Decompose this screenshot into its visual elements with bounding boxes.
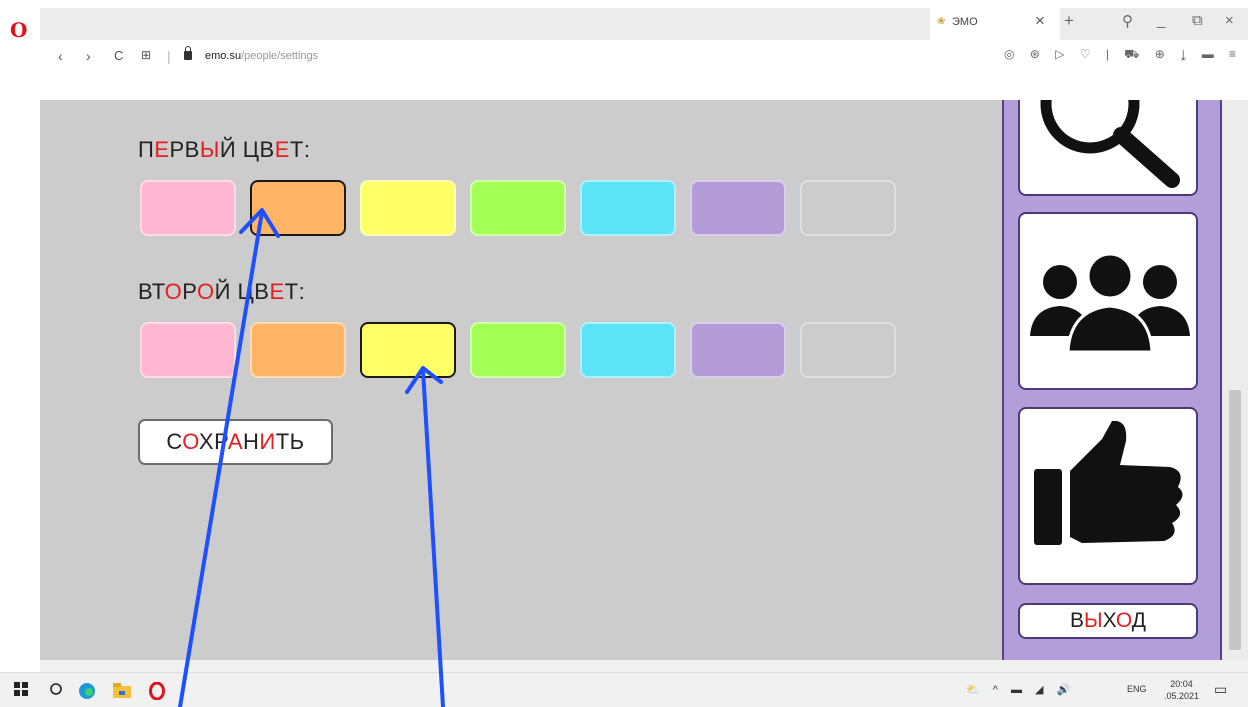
clock-time: 20:04 [1170, 679, 1193, 689]
toolbar-icons[interactable]: ◎ ⊛ ▷ ♡ | ⛟ ⊕ ⤓ ▬ ≡ [1004, 47, 1242, 63]
label-segment: РВ [169, 137, 200, 162]
close-window-button[interactable]: × [1225, 12, 1234, 29]
label-segment: Т: [284, 279, 306, 304]
address-divider: | [167, 48, 171, 64]
label-segment: Е [154, 137, 170, 162]
browser-chrome: O ❀ ЭМО × + ⚲ _ ⧉ × ‹ › C ⊞ | emo.su/peo… [0, 0, 1248, 100]
tab-title[interactable]: ЭМО [952, 16, 978, 28]
first-color-swatch-6[interactable] [690, 180, 786, 236]
label-segment: С [166, 429, 183, 454]
first-color-swatch-5[interactable] [580, 180, 676, 236]
label-segment: О [196, 279, 215, 304]
second-color-label: ВТОРОЙ ЦВЕТ: [138, 279, 305, 305]
first-color-swatch-3[interactable] [360, 180, 456, 236]
minimize-button[interactable]: _ [1157, 12, 1165, 29]
label-segment: О [164, 279, 183, 304]
clock[interactable]: 20:04 .05.2021 [1164, 678, 1199, 702]
label-segment: Й ЦВ [219, 137, 275, 162]
first-color-swatch-7[interactable] [800, 180, 896, 236]
label-segment: А [227, 429, 243, 454]
search-button[interactable] [1018, 100, 1198, 196]
first-color-swatch-4[interactable] [470, 180, 566, 236]
label-segment: ТЬ [275, 429, 305, 454]
people-icon [1030, 252, 1190, 354]
tab-favicon-icon: ❀ [937, 16, 946, 27]
new-tab-button[interactable]: + [1064, 11, 1074, 31]
scrollbar-thumb[interactable] [1229, 390, 1241, 650]
second-color-swatch-5[interactable] [580, 322, 676, 378]
search-tabs-icon[interactable]: ⚲ [1122, 12, 1133, 30]
label-segment: Н [243, 429, 260, 454]
label-segment: Ы [1084, 609, 1103, 632]
explorer-icon[interactable] [113, 682, 131, 703]
exit-button[interactable]: ВЫХОД [1018, 603, 1198, 639]
label-segment: Е [274, 137, 290, 162]
tab-close-icon[interactable]: × [1035, 11, 1045, 31]
windows-icon[interactable] [14, 682, 28, 701]
system-tray[interactable]: ⛅ ^ ▬ ◢ 🔊 [966, 683, 1075, 696]
second-color-swatch-4[interactable] [470, 322, 566, 378]
label-segment: О [182, 429, 199, 454]
opera-sidebar: O [0, 0, 40, 100]
right-side-panel: ВЫХОД [1002, 100, 1222, 660]
first-color-swatch-2[interactable] [250, 180, 346, 236]
lock-icon [184, 46, 192, 60]
label-segment: Е [269, 279, 285, 304]
label-segment: Ы [199, 137, 220, 162]
second-color-swatch-1[interactable] [140, 322, 236, 378]
like-button[interactable] [1018, 407, 1198, 585]
first-color-label: ПЕРВЫЙ ЦВЕТ: [138, 137, 310, 163]
notifications-icon[interactable]: ▭ [1214, 681, 1227, 698]
opera-icon[interactable] [149, 681, 165, 705]
horizontal-scrollbar[interactable] [40, 660, 1248, 672]
label-segment: Д [1131, 609, 1147, 632]
clock-date: .05.2021 [1164, 691, 1200, 701]
second-color-swatch-7[interactable] [800, 322, 896, 378]
search-icon[interactable] [49, 682, 63, 701]
label-segment: ВТ [138, 279, 165, 304]
reload-button[interactable]: C [114, 48, 123, 63]
restore-button[interactable]: ⧉ [1192, 12, 1203, 29]
label-segment: П [138, 137, 155, 162]
language-indicator[interactable]: ENG [1127, 684, 1147, 694]
label-segment: И [259, 429, 276, 454]
second-color-swatch-3[interactable] [360, 322, 456, 378]
second-color-swatch-2[interactable] [250, 322, 346, 378]
second-color-swatch-6[interactable] [690, 322, 786, 378]
forward-button[interactable]: › [86, 48, 91, 64]
label-segment: Р [182, 279, 197, 304]
windows-taskbar: ⛅ ^ ▬ ◢ 🔊 ENG 20:04 .05.2021 ▭ [0, 672, 1248, 707]
edge-icon[interactable] [78, 682, 96, 705]
save-button[interactable]: СОХРАНИТЬ [138, 419, 333, 465]
label-segment: Х [1102, 609, 1116, 632]
label-segment: О [1115, 609, 1132, 632]
search-icon [1040, 100, 1180, 188]
opera-logo[interactable]: O [10, 18, 27, 42]
url-field[interactable]: emo.su/people/settings [205, 50, 318, 62]
thumbs-up-icon [1034, 420, 1183, 545]
label-segment: Т: [289, 137, 311, 162]
settings-page: ПЕРВЫЙ ЦВЕТ: ВТОРОЙ ЦВЕТ: СОХРАНИТЬ ВЫХО… [40, 100, 1248, 660]
label-segment: ХР [198, 429, 228, 454]
label-segment: В [1069, 609, 1084, 632]
label-segment: Й ЦВ [214, 279, 270, 304]
speed-dial-icon[interactable]: ⊞ [141, 48, 151, 62]
first-color-swatch-1[interactable] [140, 180, 236, 236]
page-scrollbar[interactable] [1222, 100, 1248, 660]
back-button[interactable]: ‹ [58, 48, 63, 64]
people-button[interactable] [1018, 212, 1198, 390]
